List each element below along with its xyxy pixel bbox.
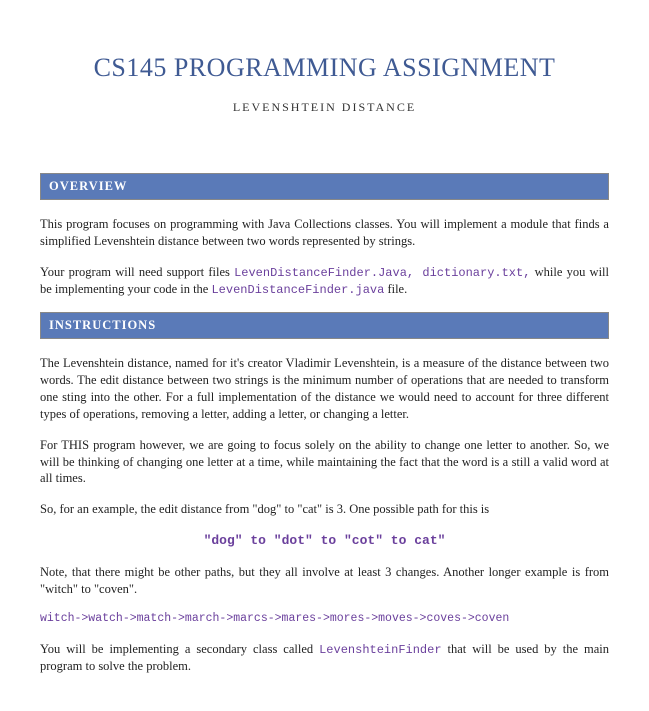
overview-paragraph-2: Your program will need support files Lev… bbox=[40, 264, 609, 298]
code-filename: LevenDistanceFinder.Java, dictionary.txt… bbox=[234, 266, 530, 280]
instructions-content: The Levenshtein distance, named for it's… bbox=[40, 355, 609, 675]
instructions-paragraph-5: You will be implementing a secondary cla… bbox=[40, 641, 609, 675]
section-header-instructions: INSTRUCTIONS bbox=[40, 312, 609, 339]
document-title: CS145 PROGRAMMING ASSIGNMENT bbox=[40, 50, 609, 85]
text-segment: You will be implementing a secondary cla… bbox=[40, 642, 319, 656]
instructions-paragraph-2: For THIS program however, we are going t… bbox=[40, 437, 609, 488]
instructions-paragraph-1: The Levenshtein distance, named for it's… bbox=[40, 355, 609, 423]
code-filename: LevenDistanceFinder.java bbox=[211, 283, 384, 297]
code-classname: LevenshteinFinder bbox=[319, 643, 441, 657]
overview-content: This program focuses on programming with… bbox=[40, 216, 609, 298]
overview-paragraph-1: This program focuses on programming with… bbox=[40, 216, 609, 250]
code-example-path: "dog" to "dot" to "cot" to cat" bbox=[40, 532, 609, 550]
text-segment: file. bbox=[384, 282, 407, 296]
instructions-paragraph-4: Note, that there might be other paths, b… bbox=[40, 564, 609, 598]
instructions-paragraph-3: So, for an example, the edit distance fr… bbox=[40, 501, 609, 518]
section-header-overview: OVERVIEW bbox=[40, 173, 609, 200]
document-subtitle: LEVENSHTEIN DISTANCE bbox=[40, 99, 609, 115]
text-segment: Your program will need support files bbox=[40, 265, 234, 279]
code-example-chain: witch->watch->match->march->marcs->mares… bbox=[40, 611, 609, 627]
